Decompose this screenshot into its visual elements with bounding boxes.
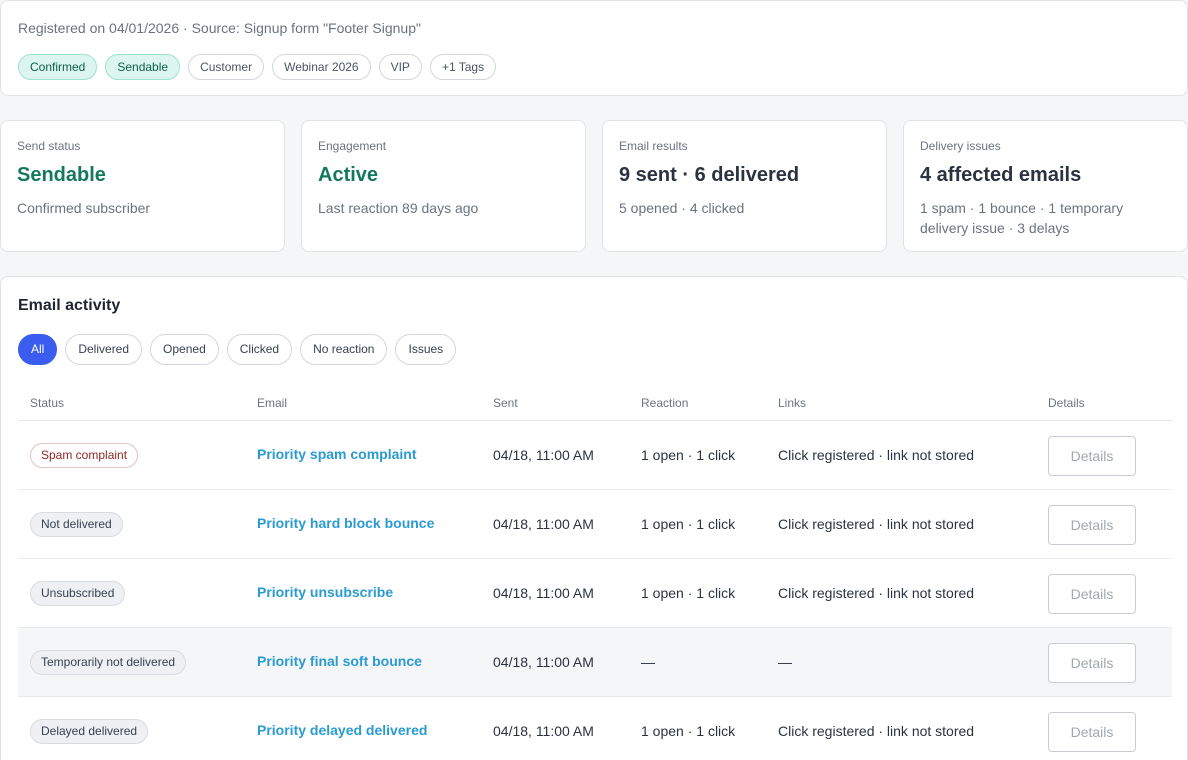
links-summary: Click registered · link not stored bbox=[778, 585, 975, 601]
stat-label: Email results bbox=[619, 139, 688, 153]
section-title: Email activity bbox=[18, 297, 121, 314]
stat-card-email-results: Email results 9 sent · 6 delivered 5 ope… bbox=[602, 120, 887, 252]
status-badge: Unsubscribed bbox=[30, 581, 126, 606]
status-cell: Unsubscribed bbox=[30, 581, 126, 606]
tag-confirmed[interactable]: Confirmed bbox=[18, 54, 98, 80]
stat-card-engagement: Engagement Active Last reaction 89 days … bbox=[301, 120, 586, 252]
filter-all[interactable]: All bbox=[18, 334, 58, 365]
column-header-sent: Sent bbox=[493, 396, 518, 410]
stat-label: Engagement bbox=[318, 139, 387, 153]
links-summary: — bbox=[778, 654, 792, 670]
filter-opened[interactable]: Opened bbox=[150, 334, 219, 365]
registration-info: Registered on 04/01/2026 · Source: Signu… bbox=[18, 20, 421, 36]
stat-subtext: Confirmed subscriber bbox=[17, 200, 151, 216]
table-row: Delayed delivered Priority delayed deliv… bbox=[18, 697, 1172, 760]
table-header: Status Email Sent Reaction Links Details bbox=[18, 387, 1172, 421]
tag-webinar-2026[interactable]: Webinar 2026 bbox=[272, 54, 371, 80]
reaction-summary: 1 open · 1 click bbox=[641, 447, 736, 463]
sent-time: 04/18, 11:00 AM bbox=[493, 654, 594, 670]
stat-value: Sendable bbox=[17, 164, 106, 186]
reaction-summary: 1 open · 1 click bbox=[641, 723, 736, 739]
stat-subtext: 5 opened · 4 clicked bbox=[619, 200, 745, 216]
reaction-summary: 1 open · 1 click bbox=[641, 585, 736, 601]
sent-time: 04/18, 11:00 AM bbox=[493, 723, 594, 739]
column-header-email: Email bbox=[257, 396, 288, 410]
stat-card-send-status: Send status Sendable Confirmed subscribe… bbox=[0, 120, 285, 252]
details-cell: Details bbox=[1048, 643, 1136, 683]
stat-label: Send status bbox=[17, 139, 81, 153]
table-row: Unsubscribed Priority unsubscribe 04/18,… bbox=[18, 559, 1172, 628]
details-button[interactable]: Details bbox=[1048, 574, 1136, 614]
stat-value: Active bbox=[318, 164, 379, 186]
status-cell: Temporarily not delivered bbox=[30, 650, 187, 675]
links-summary: Click registered · link not stored bbox=[778, 723, 975, 739]
stat-subtext: Last reaction 89 days ago bbox=[318, 200, 479, 216]
sent-time: 04/18, 11:00 AM bbox=[493, 516, 594, 532]
details-cell: Details bbox=[1048, 436, 1136, 476]
status-badge: Delayed delivered bbox=[30, 719, 149, 744]
status-badge: Spam complaint bbox=[30, 443, 139, 468]
status-cell: Delayed delivered bbox=[30, 719, 149, 744]
reaction-summary: — bbox=[641, 654, 655, 670]
details-cell: Details bbox=[1048, 505, 1136, 545]
email-link[interactable]: Priority unsubscribe bbox=[257, 584, 393, 600]
table-row: Spam complaint Priority spam complaint 0… bbox=[18, 421, 1172, 490]
details-button[interactable]: Details bbox=[1048, 505, 1136, 545]
sent-time: 04/18, 11:00 AM bbox=[493, 585, 594, 601]
table-row: Temporarily not delivered Priority final… bbox=[18, 628, 1172, 697]
details-button[interactable]: Details bbox=[1048, 643, 1136, 683]
table-row: Not delivered Priority hard block bounce… bbox=[18, 490, 1172, 559]
stat-value: 9 sent · 6 delivered bbox=[619, 164, 800, 186]
stat-card-delivery-issues: Delivery issues 4 affected emails 1 spam… bbox=[903, 120, 1188, 252]
email-link[interactable]: Priority delayed delivered bbox=[257, 722, 427, 738]
details-cell: Details bbox=[1048, 574, 1136, 614]
column-header-reaction: Reaction bbox=[641, 396, 689, 410]
links-summary: Click registered · link not stored bbox=[778, 447, 975, 463]
status-badge: Not delivered bbox=[30, 512, 123, 537]
details-button[interactable]: Details bbox=[1048, 712, 1136, 752]
status-badge: Temporarily not delivered bbox=[30, 650, 187, 675]
links-summary: Click registered · link not stored bbox=[778, 516, 975, 532]
activity-filter-bar: All Delivered Opened Clicked No reaction… bbox=[18, 334, 457, 365]
stat-label: Delivery issues bbox=[920, 139, 1001, 153]
stat-subtext: 1 spam · 1 bounce · 1 temporary delivery… bbox=[920, 200, 1124, 236]
filter-clicked[interactable]: Clicked bbox=[226, 334, 293, 365]
email-link[interactable]: Priority final soft bounce bbox=[257, 653, 422, 669]
email-link[interactable]: Priority hard block bounce bbox=[257, 515, 434, 531]
column-header-status: Status bbox=[30, 396, 65, 410]
reaction-summary: 1 open · 1 click bbox=[641, 516, 736, 532]
email-activity-table: Status Email Sent Reaction Links Details… bbox=[18, 387, 1172, 760]
filter-delivered[interactable]: Delivered bbox=[65, 334, 143, 365]
filter-no-reaction[interactable]: No reaction bbox=[300, 334, 388, 365]
sent-time: 04/18, 11:00 AM bbox=[493, 447, 594, 463]
column-header-details: Details bbox=[1048, 396, 1085, 410]
tag-customer[interactable]: Customer bbox=[188, 54, 265, 80]
email-link[interactable]: Priority spam complaint bbox=[257, 446, 416, 462]
filter-issues[interactable]: Issues bbox=[395, 334, 457, 365]
tag-sendable[interactable]: Sendable bbox=[105, 54, 181, 80]
tag-vip[interactable]: VIP bbox=[378, 54, 422, 80]
tag-list: Confirmed Sendable Customer Webinar 2026… bbox=[18, 54, 497, 80]
status-cell: Spam complaint bbox=[30, 443, 139, 468]
email-activity-card: Email activity All Delivered Opened Clic… bbox=[0, 276, 1188, 760]
details-button[interactable]: Details bbox=[1048, 436, 1136, 476]
column-header-links: Links bbox=[778, 396, 807, 410]
details-cell: Details bbox=[1048, 712, 1136, 752]
stat-value: 4 affected emails bbox=[920, 164, 1082, 186]
subscriber-summary-card: Registered on 04/01/2026 · Source: Signu… bbox=[0, 0, 1188, 96]
more-tags-button[interactable]: +1 Tags bbox=[429, 54, 497, 80]
status-cell: Not delivered bbox=[30, 512, 123, 537]
